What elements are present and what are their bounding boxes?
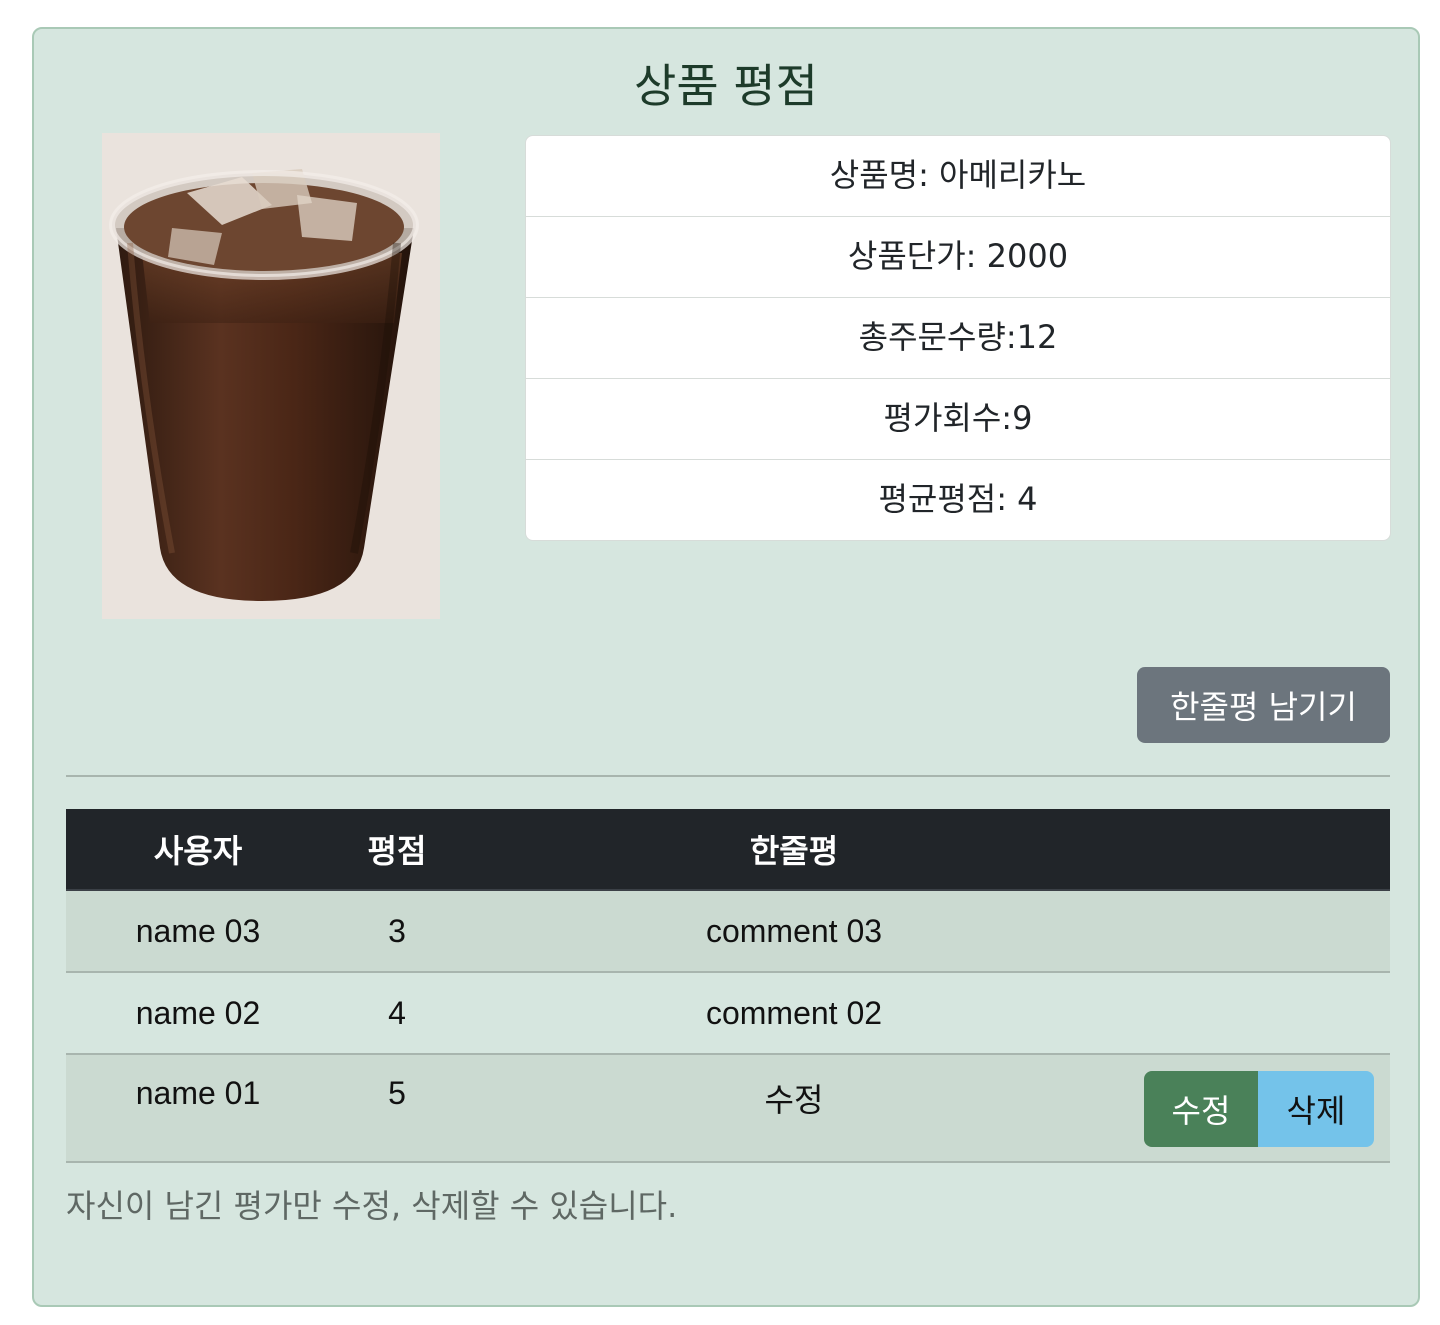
product-name: 상품명: 아메리카노 [526,136,1390,217]
header-comment: 한줄평 [464,809,1124,891]
iced-coffee-image [102,133,440,619]
header-actions [1124,809,1390,891]
table-row: name 02 4 comment 02 [66,972,1390,1055]
permission-note: 자신이 남긴 평가만 수정, 삭제할 수 있습니다. [66,1187,678,1225]
reviews-table: 사용자 평점 한줄평 name 03 3 comment 03 name 02 … [66,809,1390,1163]
table-row: name 01 5 수정 수정 삭제 [66,1054,1390,1163]
row-action-buttons: 수정 삭제 [1144,1071,1374,1147]
row-comment: comment 02 [464,972,1124,1055]
write-review-button[interactable]: 한줄평 남기기 [1137,667,1390,743]
edit-button[interactable]: 수정 [1144,1071,1258,1147]
header-user: 사용자 [66,809,330,891]
total-order-quantity: 총주문수량:12 [526,298,1390,379]
row-actions [1124,890,1390,973]
row-actions [1124,972,1390,1055]
row-user: name 03 [66,890,330,973]
page-title: 상품 평점 [634,59,818,113]
review-count: 평가회수:9 [526,379,1390,460]
product-image [102,133,440,619]
product-price: 상품단가: 2000 [526,217,1390,298]
table-row: name 03 3 comment 03 [66,890,1390,973]
row-actions: 수정 삭제 [1124,1054,1390,1163]
section-divider [66,775,1390,777]
header-score: 평점 [330,809,464,891]
row-score: 5 [330,1054,464,1163]
rating-card: 상품 평점 상품명: 아메리카노 상품단가: 2000 총주문수량:12 평가회… [32,27,1420,1307]
average-rating: 평균평점: 4 [878,480,1038,518]
product-info-list: 상품명: 아메리카노 상품단가: 2000 총주문수량:12 평가회수:9 평균… [525,135,1391,541]
row-user: name 01 [66,1054,330,1163]
delete-button[interactable]: 삭제 [1258,1071,1374,1147]
row-score: 3 [330,890,464,973]
row-user: name 02 [66,972,330,1055]
table-header-row: 사용자 평점 한줄평 [66,809,1390,891]
row-comment: 수정 [464,1054,1124,1163]
row-comment: comment 03 [464,890,1124,973]
row-score: 4 [330,972,464,1055]
